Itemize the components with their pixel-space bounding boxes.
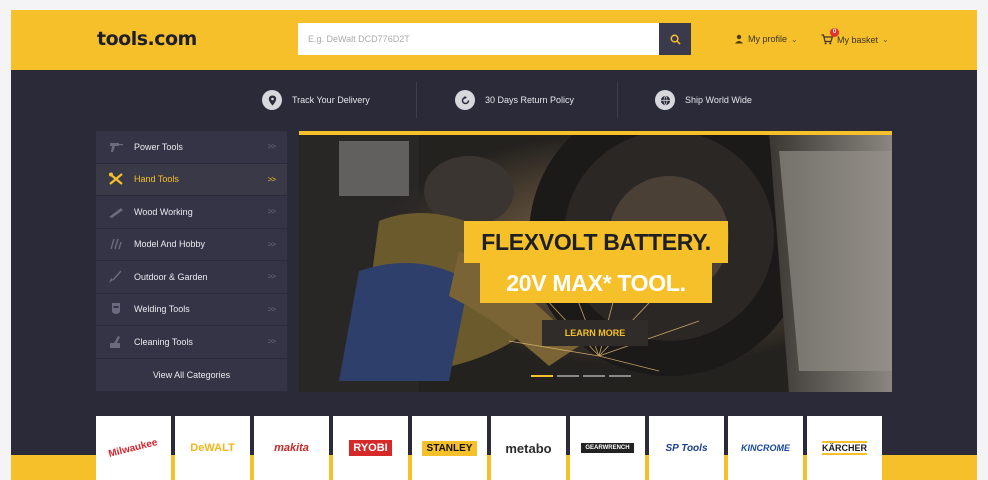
brand-dewalt[interactable]: DeWALT [175,416,250,480]
learn-more-button[interactable]: LEARN MORE [542,320,648,346]
banner-accent-bar [299,131,892,135]
sidebar-item-label: Welding Tools [134,304,190,315]
brand-logo-text: GEARWRENCH [581,443,634,453]
sidebar-item-power-tools[interactable]: Power Tools >> [96,131,287,164]
page: tools.com My profile ⌄ [11,10,977,480]
brand-metabo[interactable]: metabo [491,416,566,480]
brand-makita[interactable]: makita [254,416,329,480]
sidebar-item-welding-tools[interactable]: Welding Tools >> [96,294,287,326]
brand-kincrome[interactable]: KINCROME [728,416,803,480]
banner-headline-1: FLEXVOLT BATTERY. [464,221,728,263]
carousel-dot[interactable] [531,375,553,377]
welding-mask-icon [106,301,126,317]
double-chevron-right-icon: >> [267,304,276,314]
my-profile-link[interactable]: My profile ⌄ [734,34,798,44]
carousel-dot[interactable] [557,375,579,377]
double-chevron-right-icon: >> [267,207,276,217]
basket-icon-wrap: 0 [821,28,839,45]
brand-logo-text: metabo [505,440,552,456]
return-arrow-icon [455,90,475,110]
garden-tool-icon [106,269,126,285]
cleaning-brush-icon [106,334,126,350]
feature-return-policy: 30 Days Return Policy [455,90,574,110]
sidebar-item-label: Power Tools [134,141,183,152]
feature-label: Track Your Delivery [292,95,370,105]
location-pin-icon [262,90,282,110]
crossed-tools-icon [106,171,126,187]
view-all-categories-link[interactable]: View All Categories [96,359,287,391]
banner-headline-2: 20V MAX* TOOL. [480,263,712,303]
feature-ship-worldwide: Ship World Wide [655,90,752,110]
brand-logo-text: DeWALT [190,442,235,454]
sidebar-item-label: Wood Working [134,206,193,217]
brand-milwaukee[interactable]: Milwaukee [96,416,171,480]
carousel-dot[interactable] [609,375,631,377]
chevron-down-icon: ⌄ [882,35,889,44]
brand-ryobi[interactable]: RYOBI [333,416,408,480]
category-sidebar: Power Tools >> Hand Tools >> Wood Workin… [96,131,287,391]
brand-logo-text: KINCROME [741,443,790,453]
brand-logo-text: makita [274,442,309,454]
carousel-dot[interactable] [583,375,605,377]
brand-logo-text: STANLEY [421,440,478,456]
double-chevron-right-icon: >> [267,239,276,249]
brand-logo-text: Milwaukee [107,436,160,460]
basket-count-badge: 0 [830,28,839,37]
double-chevron-right-icon: >> [267,174,276,184]
brand-logo-text: KÄRCHER [822,441,867,455]
double-chevron-right-icon: >> [267,142,276,152]
double-chevron-right-icon: >> [267,272,276,282]
sidebar-item-cleaning-tools[interactable]: Cleaning Tools >> [96,326,287,359]
site-logo[interactable]: tools.com [97,28,197,50]
top-header: tools.com My profile ⌄ [11,10,977,70]
search-box [298,23,659,55]
hobby-knife-icon [106,236,126,252]
search-button[interactable] [659,23,691,55]
brand-gearwrench[interactable]: GEARWRENCH [570,416,645,480]
my-profile-label: My profile [748,34,788,44]
globe-icon [655,90,675,110]
brand-logo-row: Milwaukee DeWALT makita RYOBI STANLEY me… [96,416,882,480]
brand-logo-text: SP Tools [665,442,708,454]
feature-label: Ship World Wide [685,95,752,105]
sidebar-item-outdoor-garden[interactable]: Outdoor & Garden >> [96,261,287,294]
brand-stanley[interactable]: STANLEY [412,416,487,480]
drill-icon [106,139,126,155]
carousel-indicators [531,375,631,377]
sidebar-item-label: Hand Tools [134,174,179,185]
feature-divider [416,82,417,118]
hero-banner[interactable]: FLEXVOLT BATTERY. 20V MAX* TOOL. LEARN M… [299,131,892,392]
search-input[interactable] [298,23,659,55]
sidebar-item-wood-working[interactable]: Wood Working >> [96,196,287,229]
brand-sp-tools[interactable]: SP Tools [649,416,724,480]
my-basket-label: My basket [837,34,879,45]
feature-label: 30 Days Return Policy [485,95,575,105]
sidebar-item-label: Cleaning Tools [134,336,193,347]
search-icon [670,34,681,45]
double-chevron-right-icon: >> [267,337,276,347]
sidebar-item-hand-tools[interactable]: Hand Tools >> [96,163,287,196]
sidebar-item-model-and-hobby[interactable]: Model And Hobby >> [96,229,287,261]
feature-divider [617,82,618,118]
sidebar-item-label: Model And Hobby [134,239,206,250]
feature-track-delivery: Track Your Delivery [262,90,370,110]
my-basket-link[interactable]: 0 My basket ⌄ [821,28,889,45]
user-icon [735,34,743,44]
chevron-down-icon: ⌄ [791,34,798,44]
saw-icon [106,204,126,220]
brand-logo-text: RYOBI [349,440,392,456]
sidebar-item-label: Outdoor & Garden [134,271,208,282]
brand-karcher[interactable]: KÄRCHER [807,416,882,480]
